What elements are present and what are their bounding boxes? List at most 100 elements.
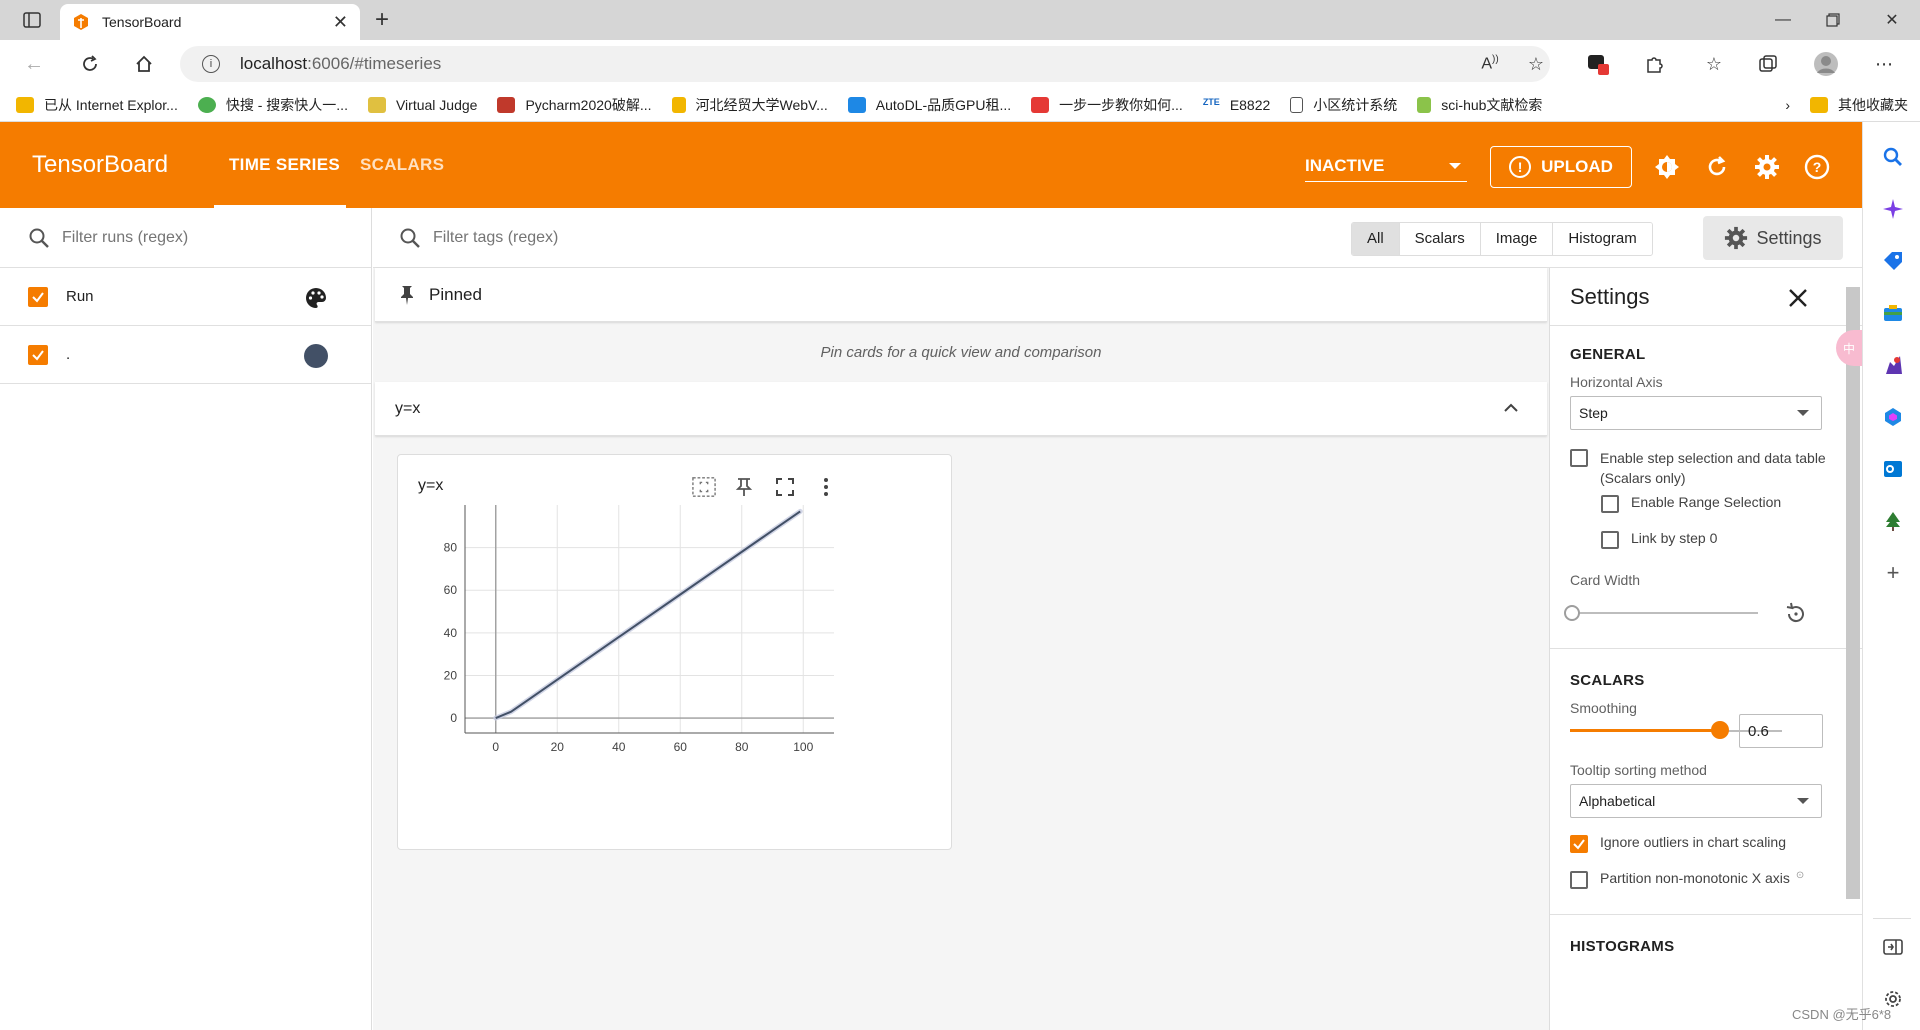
smoothing-slider-thumb[interactable] [1711,721,1729,739]
browser-tab[interactable]: TensorBoard ✕ [60,4,360,40]
bookmark-item[interactable]: 快搜 - 搜索快人一... [188,88,358,122]
reset-icon[interactable] [1784,602,1808,626]
run-filter-input[interactable]: Filter runs (regex) [0,208,371,268]
maximize-icon[interactable] [1813,6,1853,34]
add-icon[interactable]: + [1882,562,1904,584]
type-filter-histogram[interactable]: Histogram [1552,223,1652,255]
step-selection-checkbox[interactable]: Enable step selection and data table (Sca… [1570,448,1860,488]
minimize-icon[interactable]: — [1763,6,1803,34]
home-icon[interactable] [130,50,158,78]
pinned-title: Pinned [429,284,482,304]
bookmark-item[interactable]: AutoDL-品质GPU租... [838,88,1021,122]
info-icon[interactable]: ⊙ [1796,870,1804,881]
theme-toggle-icon[interactable] [1654,154,1680,180]
url-field[interactable]: i localhost:6006/#timeseries [180,46,1550,82]
ignore-outliers-checkbox[interactable]: Ignore outliers in chart scaling [1570,834,1786,853]
refresh-icon[interactable] [1704,154,1730,180]
smoothing-input[interactable]: 0.6 [1739,714,1823,748]
checkbox-box[interactable] [1601,495,1619,513]
range-selection-checkbox[interactable]: Enable Range Selection [1601,494,1781,513]
tab-scalars[interactable]: SCALARS [360,122,444,208]
zte-icon: ZTE [1202,96,1220,113]
favorites-icon[interactable]: ☆ [1700,50,1728,78]
type-filter-scalars[interactable]: Scalars [1398,223,1480,255]
bookmark-item[interactable]: 一步一步教你如何... [1021,88,1193,122]
settings-scrollbar[interactable] [1846,287,1860,899]
checkbox-box[interactable] [1601,531,1619,549]
bookmark-item[interactable]: Virtual Judge [358,88,487,122]
palette-icon[interactable] [304,286,328,310]
link-by-step-checkbox[interactable]: Link by step 0 [1601,530,1717,549]
settings-button[interactable]: Settings [1703,216,1843,260]
close-window-icon[interactable]: ✕ [1872,6,1912,34]
new-tab-icon[interactable]: + [368,6,396,34]
sidebar-toggle-icon[interactable] [12,6,52,34]
general-heading: GENERAL [1570,346,1646,363]
bookmark-item[interactable]: Pycharm2020破解... [487,88,661,122]
smoothing-label: Smoothing [1570,700,1637,716]
pinned-section-header: Pinned [375,268,1547,322]
upload-button[interactable]: ! UPLOAD [1490,146,1632,188]
back-icon[interactable]: ← [20,50,48,78]
search-icon[interactable] [1882,146,1904,168]
divider [1873,918,1911,919]
settings-panel: Settings GENERAL Horizontal Axis Step En… [1549,268,1862,1030]
card-width-thumb[interactable] [1564,605,1580,621]
bookmark-item[interactable]: 已从 Internet Explor... [0,88,188,122]
bookmark-favicon-icon [497,96,516,113]
tooltip-sort-select[interactable]: Alphabetical [1570,784,1822,818]
chevron-up-icon[interactable] [1501,398,1521,418]
add-favorite-icon[interactable]: ☆ [1522,50,1550,78]
shopping-tag-icon[interactable] [1882,250,1904,272]
microsoft365-icon[interactable] [1882,406,1904,428]
tag-filter-input[interactable]: Filter tags (regex) [399,208,558,268]
bookmarks-overflow-icon[interactable]: › [1775,88,1800,122]
type-filter-all[interactable]: All [1352,223,1399,255]
bookmark-item[interactable]: 河北经贸大学WebV... [662,88,838,122]
checkbox-box[interactable] [1570,835,1588,853]
line-chart[interactable]: 0 20 40 60 80 100 0 20 40 60 80 [398,455,953,851]
close-icon[interactable] [1786,286,1810,310]
plugin-select[interactable]: INACTIVE [1305,150,1467,182]
horizontal-axis-select[interactable]: Step [1570,396,1822,430]
bookmark-item[interactable]: 其他收藏夹 [1800,88,1920,122]
read-aloud-icon[interactable]: A)) [1476,50,1504,78]
more-menu-icon[interactable]: ⋯ [1870,50,1898,78]
extension-badge-icon[interactable] [1584,50,1612,78]
x-tick-label: 20 [551,740,565,754]
tab-time-series[interactable]: TIME SERIES [229,122,340,208]
collections-icon[interactable] [1754,50,1782,78]
checkbox-box[interactable] [1570,449,1588,467]
lock-icon [671,96,686,113]
card-group-header[interactable]: y=x [375,382,1547,436]
help-icon[interactable]: ? [1804,154,1830,180]
close-tab-icon[interactable]: ✕ [333,12,348,33]
run-color-swatch[interactable] [304,344,328,368]
run-row[interactable]: Run [0,268,371,326]
folder-icon [16,96,34,113]
outlook-icon[interactable] [1882,458,1904,480]
bookmark-item[interactable]: sci-hub文献检索 [1407,88,1552,122]
extensions-icon[interactable] [1640,50,1668,78]
step-selection-label: Enable step selection and data table [1600,450,1826,466]
bookmark-item[interactable]: ZTE E8822 [1193,88,1280,122]
tree-icon[interactable] [1882,510,1904,532]
profile-avatar-icon[interactable] [1812,50,1840,78]
gear-icon[interactable] [1754,154,1780,180]
hide-sidebar-icon[interactable] [1882,936,1904,958]
tools-icon[interactable] [1882,302,1904,324]
run-row[interactable]: . [0,326,371,384]
copilot-icon[interactable] [1882,198,1904,220]
bookmark-item[interactable]: 小区统计系统 [1280,88,1407,122]
y-tick-label: 60 [444,583,458,597]
games-icon[interactable] [1882,354,1904,376]
partition-checkbox[interactable]: Partition non-monotonic X axis ⊙ [1570,870,1804,889]
run-checkbox[interactable] [28,286,48,307]
checkbox-box[interactable] [1570,871,1588,889]
type-filter-image[interactable]: Image [1479,223,1553,255]
site-info-icon[interactable]: i [202,55,220,73]
run-checkbox[interactable] [28,344,48,365]
y-tick-label: 0 [450,711,457,725]
card-width-slider[interactable] [1574,612,1758,614]
reload-icon[interactable] [76,50,104,78]
